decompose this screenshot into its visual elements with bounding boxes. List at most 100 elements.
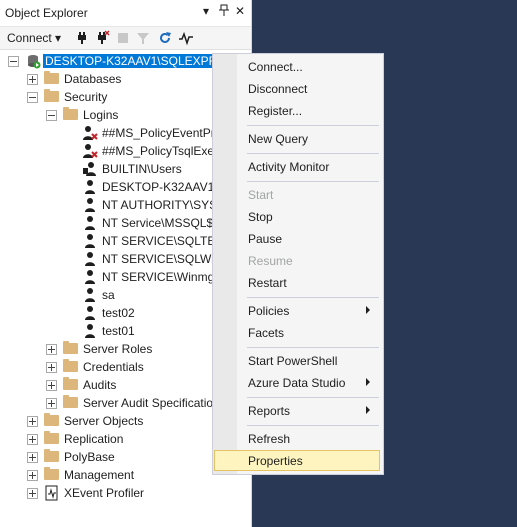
collapse-icon[interactable] bbox=[46, 110, 57, 121]
submenu-arrow-icon bbox=[366, 406, 370, 414]
tree-label: Server Roles bbox=[83, 342, 153, 356]
tree-label: Databases bbox=[64, 72, 122, 86]
window-position-dropdown-icon[interactable]: ▾ bbox=[203, 4, 209, 18]
login-user-icon bbox=[82, 305, 98, 321]
menu-separator bbox=[247, 297, 379, 298]
stop-icon[interactable] bbox=[115, 30, 131, 46]
expand-icon[interactable] bbox=[27, 452, 38, 463]
menu-item-label: Policies bbox=[248, 304, 290, 318]
menu-item-label: Start bbox=[248, 188, 274, 202]
menu-separator bbox=[247, 125, 379, 126]
menu-item-label: Facets bbox=[248, 326, 285, 340]
folder-icon bbox=[63, 341, 78, 354]
folder-icon bbox=[44, 449, 59, 462]
login-user-icon bbox=[82, 251, 98, 267]
folder-icon bbox=[44, 89, 59, 102]
menu-item-label: Stop bbox=[248, 210, 273, 224]
login-group-icon bbox=[82, 161, 98, 177]
menu-item-register[interactable]: Register... bbox=[214, 100, 380, 121]
menu-item-label: Register... bbox=[248, 104, 303, 118]
tree-label: Management bbox=[64, 468, 135, 482]
login-user-icon bbox=[82, 215, 98, 231]
folder-icon bbox=[44, 431, 59, 444]
menu-item-stop[interactable]: Stop bbox=[214, 206, 380, 227]
login-user-icon bbox=[82, 287, 98, 303]
tree-label: Replication bbox=[64, 432, 124, 446]
expand-icon[interactable] bbox=[27, 488, 38, 499]
tree-label: Server Audit Specifications bbox=[83, 396, 226, 410]
folder-icon bbox=[63, 377, 78, 390]
menu-item-resume: Resume bbox=[214, 250, 380, 271]
menu-item-label: Resume bbox=[248, 254, 293, 268]
collapse-icon[interactable] bbox=[27, 92, 38, 103]
menu-separator bbox=[247, 181, 379, 182]
pin-icon[interactable] bbox=[219, 4, 229, 19]
login-disabled-icon bbox=[82, 125, 98, 141]
folder-icon bbox=[63, 359, 78, 372]
close-icon[interactable]: ✕ bbox=[235, 4, 245, 18]
collapse-icon[interactable] bbox=[8, 56, 19, 67]
filter-icon[interactable] bbox=[135, 30, 151, 46]
expand-icon[interactable] bbox=[46, 344, 57, 355]
menu-separator bbox=[247, 347, 379, 348]
menu-item-connect[interactable]: Connect... bbox=[214, 56, 380, 77]
expand-icon[interactable] bbox=[27, 470, 38, 481]
explorer-toolbar: Connect ▾ bbox=[0, 27, 251, 50]
menu-item-azure-data-studio[interactable]: Azure Data Studio bbox=[214, 372, 380, 393]
folder-icon bbox=[44, 413, 59, 426]
tree-label: XEvent Profiler bbox=[64, 486, 145, 500]
menu-separator bbox=[247, 397, 379, 398]
connect-dropdown-button[interactable]: Connect ▾ bbox=[7, 31, 61, 45]
submenu-arrow-icon bbox=[366, 378, 370, 386]
menu-item-reports[interactable]: Reports bbox=[214, 400, 380, 421]
menu-item-new-query[interactable]: New Query bbox=[214, 128, 380, 149]
folder-icon bbox=[63, 395, 78, 408]
folder-icon bbox=[63, 107, 78, 120]
folder-icon bbox=[44, 467, 59, 480]
expand-icon[interactable] bbox=[27, 416, 38, 427]
menu-item-label: Properties bbox=[248, 454, 303, 468]
menu-item-start-powershell[interactable]: Start PowerShell bbox=[214, 350, 380, 371]
menu-item-label: Activity Monitor bbox=[248, 160, 330, 174]
login-user-icon bbox=[82, 269, 98, 285]
tree-node-xevent-profiler[interactable]: XEvent Profiler bbox=[0, 484, 251, 502]
menu-item-label: Start PowerShell bbox=[248, 354, 338, 368]
login-user-icon bbox=[82, 323, 98, 339]
menu-item-label: New Query bbox=[248, 132, 309, 146]
menu-separator bbox=[247, 153, 379, 154]
tree-label: Audits bbox=[83, 378, 117, 392]
menu-item-restart[interactable]: Restart bbox=[214, 272, 380, 293]
menu-item-facets[interactable]: Facets bbox=[214, 322, 380, 343]
disconnect-plug-icon[interactable] bbox=[94, 30, 110, 46]
server-icon bbox=[25, 53, 41, 69]
menu-item-refresh[interactable]: Refresh bbox=[214, 428, 380, 449]
menu-separator bbox=[247, 425, 379, 426]
folder-icon bbox=[44, 71, 59, 84]
expand-icon[interactable] bbox=[46, 398, 57, 409]
panel-titlebar: Object Explorer ▾ ✕ bbox=[0, 0, 251, 27]
activity-pulse-icon[interactable] bbox=[178, 30, 194, 46]
menu-item-disconnect[interactable]: Disconnect bbox=[214, 78, 380, 99]
expand-icon[interactable] bbox=[27, 434, 38, 445]
expand-icon[interactable] bbox=[46, 380, 57, 391]
login-label: sa bbox=[102, 288, 115, 302]
submenu-arrow-icon bbox=[366, 306, 370, 314]
connect-plug-icon[interactable] bbox=[74, 30, 90, 46]
menu-item-label: Restart bbox=[248, 276, 287, 290]
menu-item-label: Refresh bbox=[248, 432, 291, 446]
menu-item-label: Reports bbox=[248, 404, 291, 418]
menu-item-label: Connect... bbox=[248, 60, 303, 74]
login-user-icon bbox=[82, 197, 98, 213]
menu-item-policies[interactable]: Policies bbox=[214, 300, 380, 321]
menu-item-label: Azure Data Studio bbox=[248, 376, 346, 390]
menu-item-pause[interactable]: Pause bbox=[214, 228, 380, 249]
expand-icon[interactable] bbox=[27, 74, 38, 85]
panel-title: Object Explorer bbox=[5, 6, 88, 20]
login-label: BUILTIN\Users bbox=[102, 162, 182, 176]
menu-item-start: Start bbox=[214, 184, 380, 205]
expand-icon[interactable] bbox=[46, 362, 57, 373]
menu-item-activity-monitor[interactable]: Activity Monitor bbox=[214, 156, 380, 177]
login-label: test01 bbox=[102, 324, 135, 338]
menu-item-properties[interactable]: Properties bbox=[214, 450, 380, 471]
refresh-icon[interactable] bbox=[157, 30, 173, 46]
